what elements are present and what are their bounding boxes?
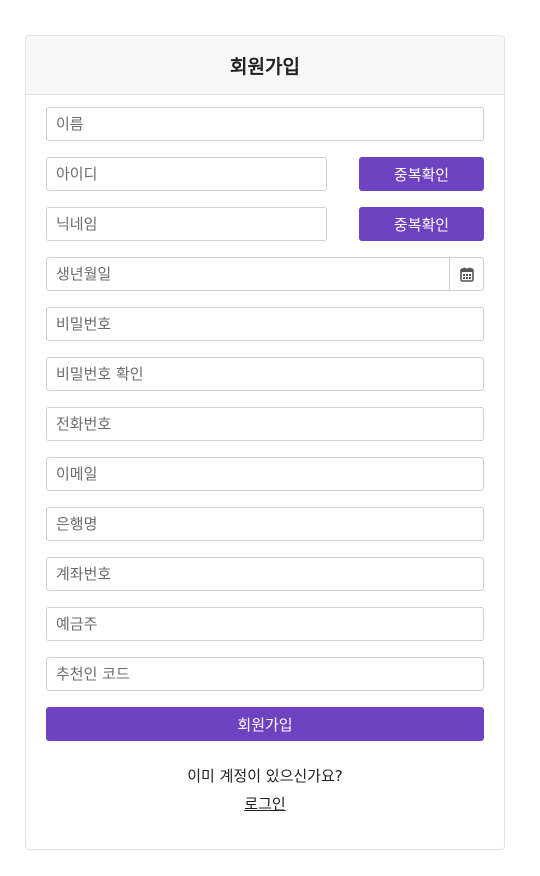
calendar-button[interactable] [450, 257, 484, 291]
referral-code-input[interactable] [46, 657, 484, 691]
account-holder-input[interactable] [46, 607, 484, 641]
password-input[interactable] [46, 307, 484, 341]
signup-card: 회원가입 중복확인 중복확인 [25, 35, 505, 850]
password-confirm-input[interactable] [46, 357, 484, 391]
login-prompt: 이미 계정이 있으신가요? 로그인 [26, 765, 504, 814]
signup-form: 중복확인 중복확인 [46, 107, 484, 741]
calendar-icon [459, 267, 474, 282]
birthdate-group [46, 257, 484, 291]
nickname-check-button[interactable]: 중복확인 [359, 207, 484, 241]
card-header: 회원가입 [26, 36, 504, 95]
email-input[interactable] [46, 457, 484, 491]
bank-name-input[interactable] [46, 507, 484, 541]
id-check-button[interactable]: 중복확인 [359, 157, 484, 191]
page-title: 회원가입 [230, 55, 300, 78]
name-input[interactable] [46, 107, 484, 141]
login-link[interactable]: 로그인 [244, 793, 285, 814]
id-input[interactable] [46, 157, 327, 191]
nickname-input[interactable] [46, 207, 327, 241]
login-question: 이미 계정이 있으신가요? [187, 767, 343, 785]
account-number-input[interactable] [46, 557, 484, 591]
birthdate-input[interactable] [46, 257, 450, 291]
signup-submit-button[interactable]: 회원가입 [46, 707, 484, 741]
phone-input[interactable] [46, 407, 484, 441]
